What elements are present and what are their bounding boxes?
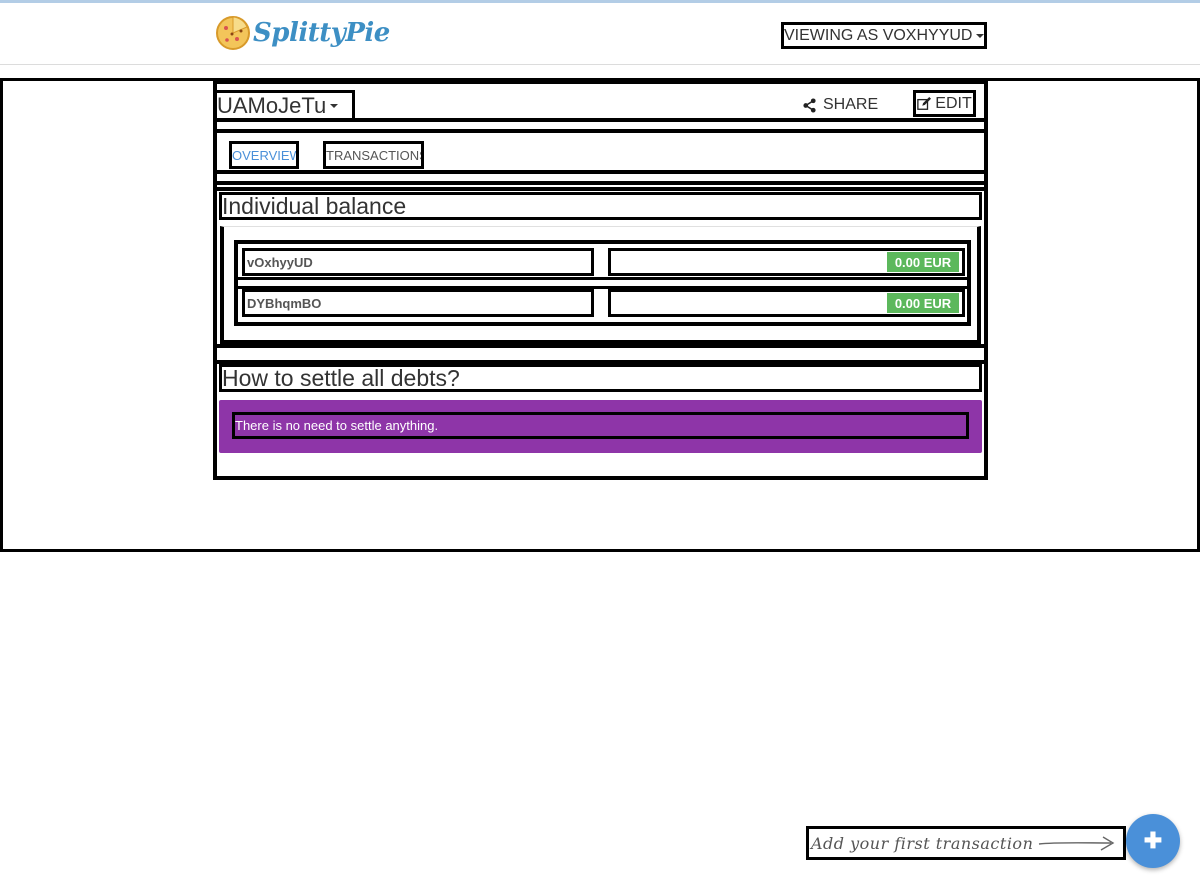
balance-row: DYBhqmBO 0.00 EUR [242,289,965,317]
hint-text: Add your first transaction [811,833,1034,853]
tab-bar: OVERVIEW TRANSACTIONS [217,129,984,174]
navbar: SplittyPie VIEWING AS VOXHYYUD [0,3,1200,65]
balance-badge: 0.00 EUR [887,293,959,313]
chevron-down-icon [330,104,339,108]
divider [217,181,984,191]
share-label: SHARE [823,96,879,113]
amount-cell: 0.00 EUR [608,248,965,276]
project-title-dropdown[interactable]: UAMoJeTu [217,90,355,122]
edit-button[interactable]: EDIT [913,90,976,117]
balance-panel: vOxhyyUD 0.00 EUR DYBhqmBO 0.00 EUR [220,226,981,344]
brand-logo[interactable]: SplittyPie [215,15,390,51]
chevron-down-icon [976,33,984,38]
add-transaction-button[interactable]: ✚ [1126,814,1180,868]
tab-transactions[interactable]: TRANSACTIONS [323,141,424,169]
tab-overview[interactable]: OVERVIEW [229,141,299,169]
pie-logo-icon [216,16,250,50]
balance-heading: Individual balance [219,192,982,220]
member-name: DYBhqmBO [242,289,594,317]
project-header: UAMoJeTu SHARE EDIT [217,84,984,122]
balance-row: vOxhyyUD 0.00 EUR [242,248,965,276]
amount-cell: 0.00 EUR [608,289,965,317]
arrow-right-icon [1039,836,1115,851]
project-container: UAMoJeTu SHARE EDIT OVERVIEW TRANSACTION… [213,80,988,480]
plus-icon: ✚ [1143,828,1163,853]
settle-heading: How to settle all debts? [219,364,982,392]
edit-label: EDIT [935,94,972,112]
add-transaction-hint: Add your first transaction [806,826,1126,860]
share-button[interactable]: SHARE [802,94,878,116]
settle-message: There is no need to settle anything. [232,412,969,439]
balance-list: vOxhyyUD 0.00 EUR DYBhqmBO 0.00 EUR [234,240,971,326]
divider [217,344,984,364]
viewing-as-dropdown[interactable]: VIEWING AS VOXHYYUD [781,22,987,49]
pencil-icon [917,96,932,110]
project-title: UAMoJeTu [217,93,327,118]
member-name: vOxhyyUD [242,248,594,276]
brand-name: SplittyPie [253,18,390,48]
row-divider [238,277,967,289]
balance-badge: 0.00 EUR [887,252,959,272]
viewing-as-label: VIEWING AS VOXHYYUD [784,26,973,44]
settle-panel: There is no need to settle anything. [219,400,982,453]
share-icon [803,97,816,113]
